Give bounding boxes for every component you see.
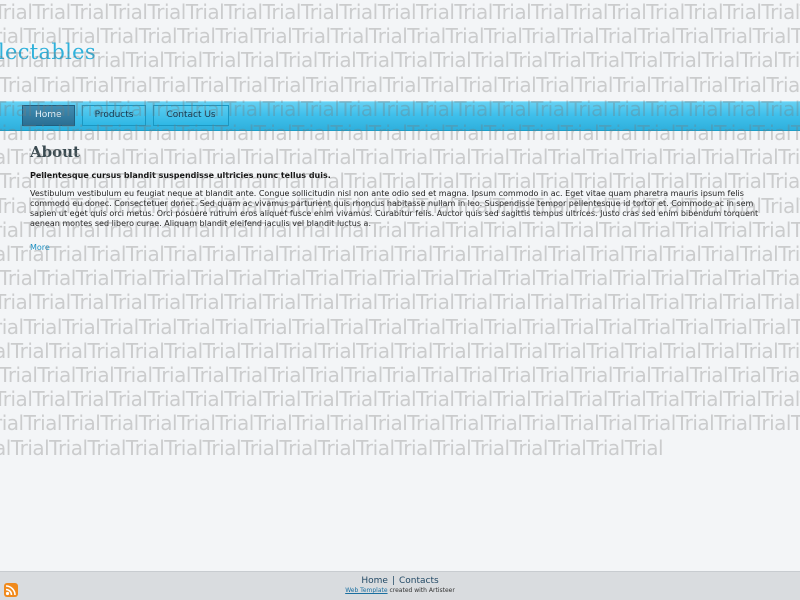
footer-link-home[interactable]: Home [361, 576, 388, 586]
nav-item-contact-us[interactable]: Contact Us [153, 105, 229, 126]
footer-separator: | [391, 576, 395, 586]
more-link[interactable]: More [30, 243, 50, 252]
web-template-link[interactable]: Web Template [345, 587, 387, 594]
footer-credit: Web Template created with Artisteer [0, 587, 800, 594]
site-title: lectables [0, 40, 96, 64]
main-nav: Home Products Contact Us [22, 105, 229, 126]
lead-paragraph: Pellentesque cursus blandit suspendisse … [30, 171, 331, 180]
page: lectables Home Products Contact Us About… [0, 0, 800, 600]
footer-link-contacts[interactable]: Contacts [399, 576, 439, 586]
body-paragraph: Vestibulum vestibulum eu feugiat neque a… [30, 189, 759, 228]
nav-item-products[interactable]: Products [81, 105, 147, 126]
trial-watermark: TrialTrialTrialTrialTrialTrialTrialTrial… [0, 0, 800, 460]
footer-credit-text: created with Artisteer [387, 587, 455, 594]
about-heading: About [30, 143, 80, 161]
footer-links: Home | Contacts [0, 576, 800, 586]
nav-item-home[interactable]: Home [22, 105, 75, 126]
